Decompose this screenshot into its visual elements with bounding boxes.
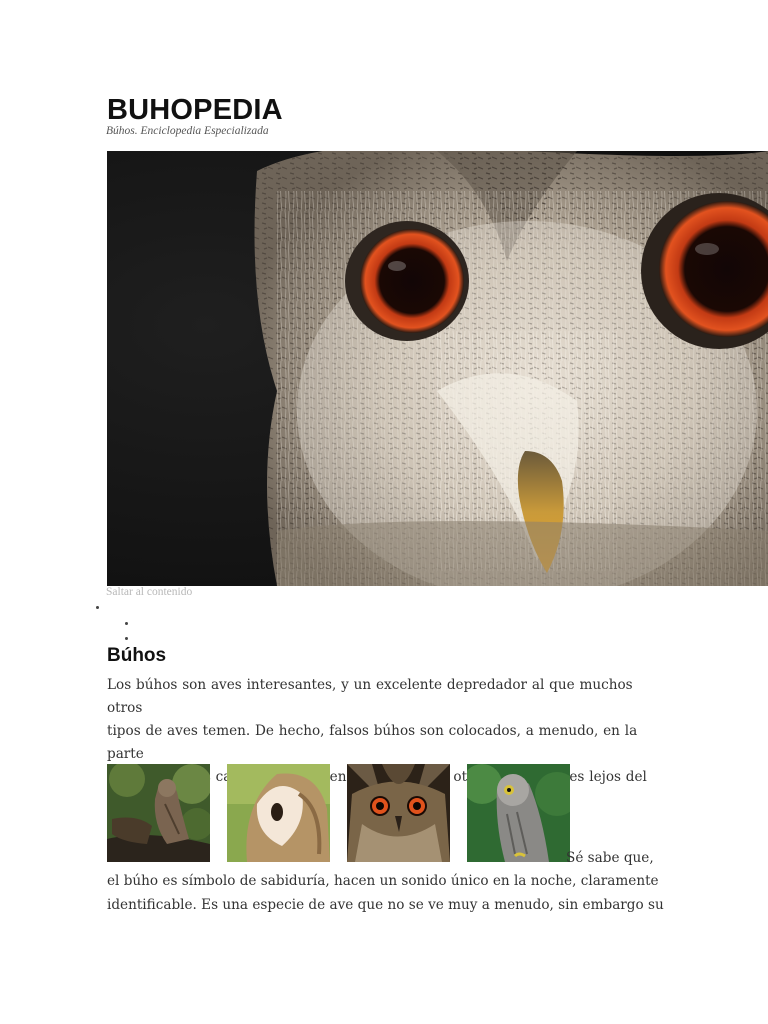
owl-thumbnail-perched (107, 764, 210, 862)
hero-owl-image (107, 151, 768, 586)
paragraph-continuation: Sé sabe que, (566, 850, 654, 866)
skip-to-content-link[interactable]: Saltar al contenido (106, 586, 192, 598)
great-grey-owl-thumbnail (467, 764, 570, 862)
nav-bullet (125, 637, 128, 640)
site-title[interactable]: BUHOPEDIA (107, 93, 283, 127)
section-heading: Búhos (107, 645, 167, 666)
body-line: el búho es símbolo de sabiduría, hacen u… (107, 873, 659, 889)
intro-line: tipos de aves temen. De hecho, falsos bú… (107, 723, 638, 762)
nav-bullet (125, 622, 128, 625)
intro-line: Los búhos son aves interesantes, y un ex… (107, 677, 633, 716)
barn-owl-thumbnail (227, 764, 330, 862)
body-line: identificable. Es una especie de ave que… (107, 897, 664, 913)
eagle-owl-thumbnail (347, 764, 450, 862)
nav-bullet (96, 606, 99, 609)
site-tagline: Búhos. Enciclopedia Especializada (106, 125, 269, 137)
